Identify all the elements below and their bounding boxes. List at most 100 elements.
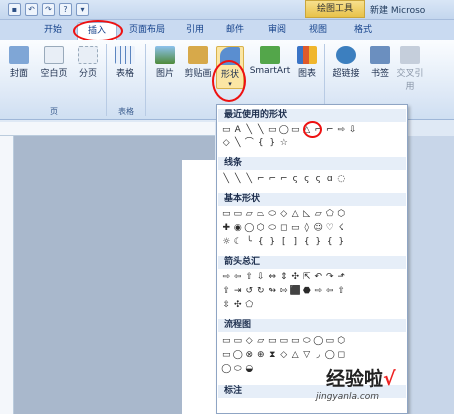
shape-item[interactable]: ⇨ [336, 125, 347, 136]
shape-item[interactable]: ◌ [336, 174, 347, 185]
shape-item[interactable]: ⌐ [279, 174, 290, 185]
shape-item[interactable]: △ [290, 350, 301, 361]
shape-item[interactable]: ▱ [256, 336, 267, 347]
hyperlink-button[interactable]: 超链接 [328, 46, 364, 79]
shape-item[interactable]: ⬠ [244, 300, 255, 311]
tab-mailings[interactable]: 邮件 [220, 22, 250, 40]
shape-item[interactable]: } [267, 138, 278, 149]
shape-item[interactable]: ▱ [313, 209, 324, 220]
shape-item[interactable]: ◯ [221, 364, 232, 375]
shape-item[interactable]: ☺ [313, 223, 324, 234]
smartart-button[interactable]: SmartArt [248, 46, 292, 76]
shape-item[interactable]: ⬡ [336, 209, 347, 220]
shape-item[interactable]: ⬏ [336, 272, 347, 283]
shape-item[interactable]: ╲ [233, 138, 244, 149]
shape-item[interactable]: ⬭ [302, 336, 313, 347]
shape-item[interactable]: ↬ [267, 286, 278, 297]
shape-item[interactable]: ▭ [279, 336, 290, 347]
shape-item[interactable]: ☆ [279, 138, 290, 149]
shape-item[interactable]: ◯ [313, 336, 324, 347]
shape-item[interactable]: ] [290, 237, 301, 248]
shape-item[interactable]: ⇩ [348, 125, 359, 136]
shape-item[interactable]: ↺ [244, 286, 255, 297]
shape-item[interactable]: ⇨ [221, 272, 232, 283]
shape-item[interactable]: ⏢ [256, 209, 267, 220]
shape-item[interactable]: ⌐ [256, 174, 267, 185]
shape-item[interactable]: ╰ [244, 237, 255, 248]
shape-item[interactable]: ◺ [302, 209, 313, 220]
shape-item[interactable]: ⌐ [267, 174, 278, 185]
shape-item[interactable]: ⬡ [256, 223, 267, 234]
shape-item[interactable]: ς [313, 174, 324, 185]
shape-item[interactable]: ▽ [302, 350, 313, 361]
shape-item[interactable]: } [336, 237, 347, 248]
shape-item[interactable]: ɑ [325, 174, 336, 185]
shape-item[interactable]: ▭ [221, 125, 232, 136]
shape-item[interactable]: { [256, 237, 267, 248]
shape-item[interactable]: ╲ [221, 174, 232, 185]
shape-item[interactable]: ◯ [244, 223, 255, 234]
shape-item[interactable]: ◒ [244, 364, 255, 375]
chart-button[interactable]: 图表 [294, 46, 320, 79]
shape-item[interactable]: ╲ [244, 174, 255, 185]
shape-item[interactable]: ◊ [302, 223, 313, 234]
shape-item[interactable]: ☼ [221, 237, 232, 248]
table-button[interactable]: 表格 [110, 46, 140, 79]
shape-item[interactable]: ⧗ [267, 350, 278, 361]
help-icon[interactable]: ? [59, 3, 72, 16]
shape-item[interactable]: ▭ [233, 209, 244, 220]
shape-item[interactable]: ⇔ [267, 272, 278, 283]
shape-item[interactable]: ╲ [256, 125, 267, 136]
shape-item[interactable]: ⬭ [233, 364, 244, 375]
shape-item[interactable]: ⇳ [221, 300, 232, 311]
shape-item[interactable]: ⬠ [325, 209, 336, 220]
shape-item[interactable]: ☇ [336, 223, 347, 234]
shape-item[interactable]: ◯ [279, 125, 290, 136]
shape-item[interactable]: ↷ [325, 272, 336, 283]
tab-review[interactable]: 审阅 [262, 22, 292, 40]
shape-item[interactable]: ⬛ [290, 286, 301, 297]
shape-item[interactable]: ✚ [221, 223, 232, 234]
blank-page-button[interactable]: 空白页 [36, 46, 72, 79]
shape-item[interactable]: ▱ [244, 209, 255, 220]
shape-item[interactable]: ⊗ [244, 350, 255, 361]
shape-item[interactable]: ▭ [267, 336, 278, 347]
shape-item[interactable]: ⇕ [279, 272, 290, 283]
shape-item[interactable]: { [256, 138, 267, 149]
tab-home[interactable]: 开始 [35, 22, 71, 40]
shape-item[interactable]: ✣ [233, 300, 244, 311]
shape-item[interactable]: ▭ [325, 336, 336, 347]
shape-item[interactable]: ◻ [279, 223, 290, 234]
shape-item[interactable]: ↶ [313, 272, 324, 283]
shape-item[interactable]: ▭ [290, 125, 301, 136]
shape-item[interactable]: ⇨ [313, 286, 324, 297]
shape-item[interactable]: ⇦ [325, 286, 336, 297]
shape-item[interactable]: ▭ [290, 336, 301, 347]
shape-item[interactable]: { [325, 237, 336, 248]
shape-item[interactable]: ♡ [325, 223, 336, 234]
shape-item[interactable]: ⇥ [233, 286, 244, 297]
shape-item[interactable]: ⬣ [302, 286, 313, 297]
shape-item[interactable]: ▭ [233, 336, 244, 347]
shape-item[interactable]: ◻ [336, 350, 347, 361]
shape-item[interactable]: ⇧ [336, 286, 347, 297]
tab-view[interactable]: 视图 [303, 22, 333, 40]
shape-item[interactable]: ⬭ [267, 223, 278, 234]
bookmark-button[interactable]: 书签 [366, 46, 394, 79]
shape-item[interactable]: ☾ [233, 237, 244, 248]
tab-page-layout[interactable]: 页面布局 [122, 22, 172, 40]
shape-item[interactable]: A [233, 125, 244, 136]
shape-item[interactable]: ⇩ [256, 272, 267, 283]
shape-item[interactable]: ▭ [221, 336, 232, 347]
shape-item[interactable]: ⌐ [325, 125, 336, 136]
shape-item[interactable]: } [267, 237, 278, 248]
shape-item[interactable]: ⬭ [267, 209, 278, 220]
shape-item[interactable]: ⇰ [279, 286, 290, 297]
shape-item[interactable]: ╲ [244, 125, 255, 136]
shape-item[interactable]: ╲ [233, 174, 244, 185]
save-icon[interactable]: ▪ [8, 3, 21, 16]
tab-references[interactable]: 引用 [180, 22, 210, 40]
shape-item[interactable]: ✣ [290, 272, 301, 283]
document-page[interactable] [182, 160, 216, 414]
dropdown-icon[interactable]: ▾ [76, 3, 89, 16]
